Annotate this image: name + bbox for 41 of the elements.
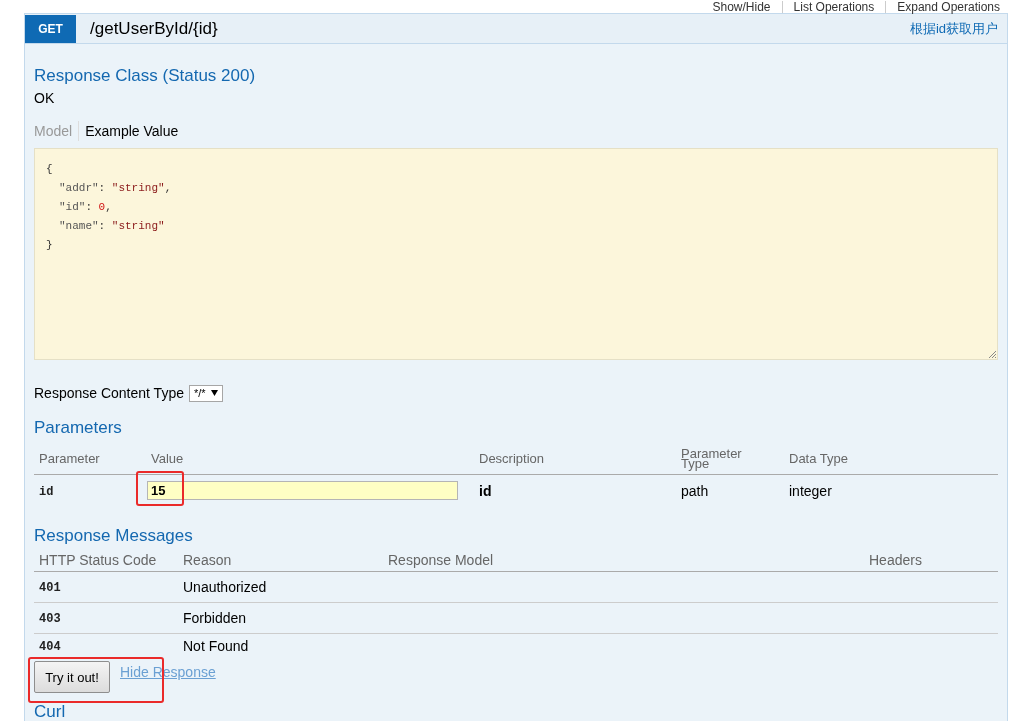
- status-text: OK: [34, 89, 55, 107]
- code-line: "addr": "string",: [59, 181, 172, 196]
- column-header: Value: [151, 450, 184, 467]
- table-cell-text: 401: [39, 580, 61, 597]
- code-line: {: [46, 162, 53, 177]
- column-header: Reason: [183, 552, 232, 568]
- content-type-select[interactable]: */*: [188, 384, 223, 402]
- column-header: Parameter: [39, 450, 100, 467]
- table-cell: Not Found: [183, 637, 249, 655]
- table-cell-text: 403: [39, 611, 61, 628]
- header-link[interactable]: Show/Hide: [701, 1, 782, 13]
- model-tab[interactable]: Example Value: [78, 121, 185, 141]
- column-header: Parameter Type: [681, 448, 742, 469]
- code-line: "name": "string": [59, 219, 165, 234]
- content-type-label: Response Content Type: [34, 384, 184, 403]
- section-heading: Parameters: [34, 418, 122, 438]
- caret-icon: [210, 390, 218, 396]
- column-header: Description: [479, 450, 545, 467]
- table-cell: path: [681, 481, 709, 500]
- section-heading: Response Class (Status 200): [34, 66, 256, 86]
- method-badge: GET: [25, 14, 76, 43]
- try-button[interactable]: Try it out!: [34, 661, 110, 693]
- table-cell: Unauthorized: [183, 578, 267, 596]
- table-cell-text: 404: [39, 639, 61, 656]
- column-header: HTTP Status Code: [39, 552, 157, 568]
- table-cell: Forbidden: [183, 609, 247, 627]
- table-cell: id: [479, 481, 492, 500]
- operation-header[interactable]: GET /getUserById/{id} 根据id获取用户: [25, 14, 1007, 44]
- value-input[interactable]: 15: [147, 481, 458, 500]
- column-header: Data Type: [789, 450, 849, 467]
- code-line: }: [46, 238, 53, 253]
- endpoint-path[interactable]: /getUserById/{id}: [90, 18, 218, 39]
- resize-handle-icon[interactable]: [988, 350, 996, 358]
- table-cell: integer: [789, 481, 832, 500]
- column-header: Response Model: [388, 552, 494, 568]
- column-header: Headers: [869, 552, 922, 568]
- section-heading: Curl: [34, 703, 66, 721]
- code-line: "id": 0,: [59, 200, 112, 215]
- endpoint-summary[interactable]: 根据id获取用户: [909, 19, 998, 38]
- section-heading: Response Messages: [34, 526, 193, 546]
- table-cell-text: id: [39, 483, 54, 501]
